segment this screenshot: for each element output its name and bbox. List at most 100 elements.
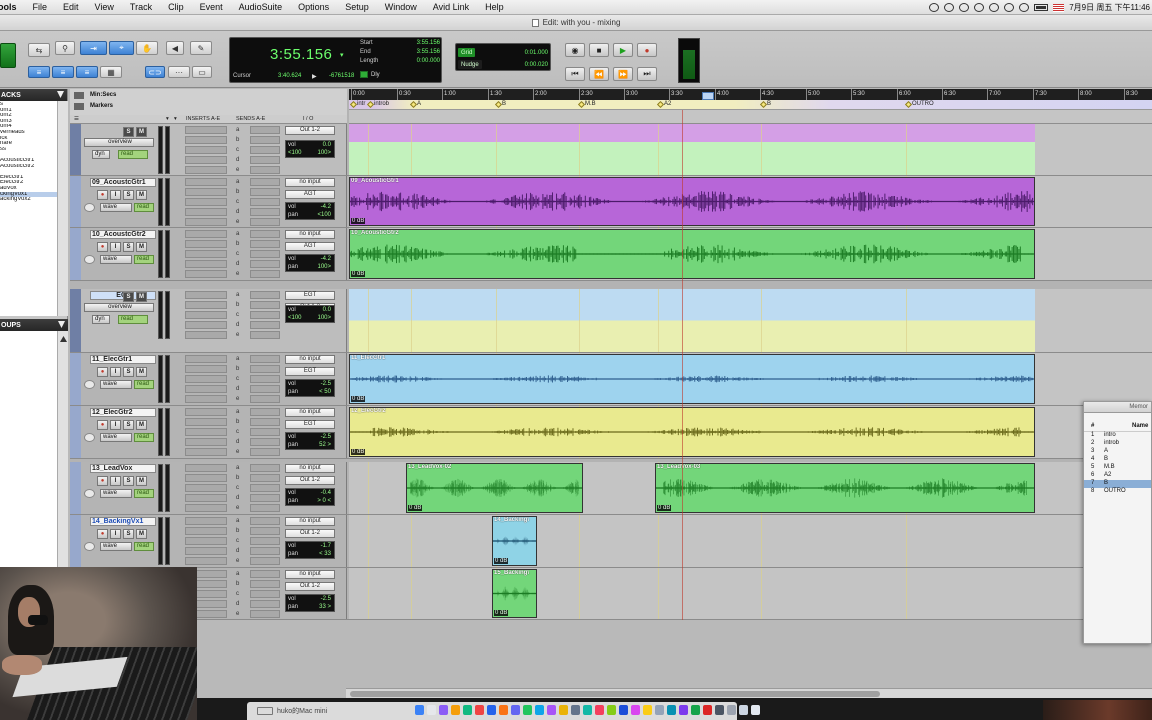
playlist-icon[interactable] <box>84 489 95 498</box>
insertion-follows-button[interactable]: ··· <box>168 66 190 78</box>
insert-slot[interactable] <box>185 146 227 154</box>
dock-app-icon[interactable] <box>619 705 628 715</box>
track-view-selector[interactable]: wave <box>100 489 132 498</box>
memory-locations-window[interactable]: Memor # Name 1 intro 2 introb 3 A 4 B 5 M.B 6 A2 7 B 8… <box>1083 401 1152 644</box>
dock-app-icon[interactable] <box>703 705 712 715</box>
grid-label[interactable]: Grid <box>458 48 476 57</box>
dock-app-icon[interactable] <box>667 705 676 715</box>
clip-gain[interactable]: 0 dB <box>351 218 366 224</box>
tracks-list-scrollbar[interactable] <box>57 101 68 316</box>
dock-app-icon[interactable] <box>739 705 748 715</box>
edit-mode-shuffle[interactable]: ≡ <box>28 66 50 78</box>
insert-slot[interactable] <box>185 208 227 216</box>
dock-app-icon[interactable] <box>643 705 652 715</box>
dock-app-icon[interactable] <box>499 705 508 715</box>
insert-slot[interactable] <box>185 250 227 258</box>
marker[interactable]: A <box>409 100 421 108</box>
memory-location-row[interactable]: 8 OUTRO <box>1084 488 1151 496</box>
groups-list-scrollbar[interactable] <box>57 331 68 567</box>
tracks-menu-chevron-icon[interactable] <box>57 91 64 98</box>
dock-app-icon[interactable] <box>583 705 592 715</box>
dock-app-icon[interactable] <box>523 705 532 715</box>
track-lane[interactable]: 10_AcousticGtr2 0 dB <box>349 228 1152 280</box>
dock-app-icon[interactable] <box>631 705 640 715</box>
insert-slot[interactable] <box>185 385 227 393</box>
input-monitor-button[interactable]: I <box>110 242 121 252</box>
volume-pan-display[interactable]: vol -2.5 pan 52 > <box>285 432 335 450</box>
menu-avid-link[interactable]: Avid Link <box>425 2 477 12</box>
insert-slot[interactable] <box>185 484 227 492</box>
mute-button[interactable]: M <box>136 242 147 252</box>
zoom-toggle-button[interactable]: ⇆ <box>28 43 50 57</box>
fast-forward-button[interactable]: ⏩ <box>613 67 633 81</box>
grabber-tool-button[interactable]: ✋ <box>136 41 158 55</box>
volume-value[interactable]: 0.0 <box>323 142 331 148</box>
track-lane[interactable]: 15_Backing\ 0 dB <box>349 568 1152 619</box>
insert-slot[interactable] <box>185 375 227 383</box>
insert-slot[interactable] <box>185 428 227 436</box>
menu-edit[interactable]: Edit <box>55 2 87 12</box>
insert-slot[interactable] <box>185 355 227 363</box>
dock-app-icon[interactable] <box>511 705 520 715</box>
send-slot[interactable] <box>250 156 280 164</box>
pan-value[interactable]: > 0 < <box>317 498 331 504</box>
input-monitor-button[interactable]: I <box>110 367 121 377</box>
menu-file[interactable]: File <box>25 2 56 12</box>
column-chevron-icon[interactable]: ▾ <box>166 116 169 122</box>
send-slot[interactable] <box>250 385 280 393</box>
dock-app-icon[interactable] <box>727 705 736 715</box>
record-enable-button[interactable]: ● <box>97 420 108 430</box>
track-color-strip[interactable] <box>70 353 81 405</box>
track-lane[interactable]: 11_ElecGtr1 0 dB <box>349 353 1152 405</box>
send-slot[interactable] <box>250 146 280 154</box>
send-slot[interactable] <box>250 464 280 472</box>
nudge-label[interactable]: Nudge <box>458 60 482 69</box>
insert-slot[interactable] <box>185 291 227 299</box>
dock-app-icon[interactable] <box>571 705 580 715</box>
volume-value[interactable]: -0.4 <box>321 490 331 496</box>
insert-slot[interactable] <box>185 166 227 174</box>
volume-icon[interactable] <box>1019 3 1030 12</box>
input-monitor-button[interactable]: I <box>110 529 121 539</box>
mute-button[interactable]: M <box>136 292 147 302</box>
insert-slot[interactable] <box>185 395 227 403</box>
playlist-icon[interactable] <box>84 433 95 442</box>
mute-button[interactable]: M <box>136 367 147 377</box>
track-view-selector[interactable]: wave <box>100 380 132 389</box>
send-slot[interactable] <box>250 527 280 535</box>
send-slot[interactable] <box>250 126 280 134</box>
dock-app-icon[interactable] <box>487 705 496 715</box>
record-enable-button[interactable]: ● <box>97 242 108 252</box>
insert-slot[interactable] <box>185 198 227 206</box>
track-name[interactable]: 11_ElecGtr1 <box>90 355 156 364</box>
scrollbar-thumb[interactable] <box>350 691 880 697</box>
delay-toggle[interactable]: Dly <box>360 71 380 78</box>
track-color-strip[interactable] <box>70 176 81 227</box>
track-view-selector[interactable]: wave <box>100 433 132 442</box>
track-color-strip[interactable] <box>70 406 81 458</box>
list-icon[interactable]: ☰ <box>74 116 79 122</box>
send-slot[interactable] <box>250 610 280 618</box>
marker[interactable]: introb <box>366 100 389 108</box>
menu-options[interactable]: Options <box>290 2 337 12</box>
send-slot[interactable] <box>250 494 280 502</box>
marker[interactable]: A2 <box>656 100 671 108</box>
settings-icon[interactable] <box>944 3 955 12</box>
send-slot[interactable] <box>250 474 280 482</box>
audio-clip[interactable]: 14_Backing\ 0 dB <box>492 516 537 566</box>
pan-right-value[interactable]: 100> <box>317 315 331 321</box>
dock-app-icon[interactable] <box>679 705 688 715</box>
mute-button[interactable]: M <box>136 476 147 486</box>
bluetooth-icon[interactable] <box>989 3 1000 12</box>
track-view-selector[interactable]: overview <box>84 303 154 312</box>
mute-button[interactable]: M <box>136 420 147 430</box>
clip-gain[interactable]: 0 dB <box>351 396 366 402</box>
track-name[interactable]: 12_ElecGtr2 <box>90 408 156 417</box>
clip-gain[interactable]: 0 dB <box>351 449 366 455</box>
insert-slot[interactable] <box>185 301 227 309</box>
dock-app-icon[interactable] <box>463 705 472 715</box>
battery-icon[interactable] <box>1034 4 1049 11</box>
send-slot[interactable] <box>250 570 280 578</box>
input-monitor-button[interactable]: I <box>110 476 121 486</box>
wifi-icon[interactable] <box>1004 3 1015 12</box>
